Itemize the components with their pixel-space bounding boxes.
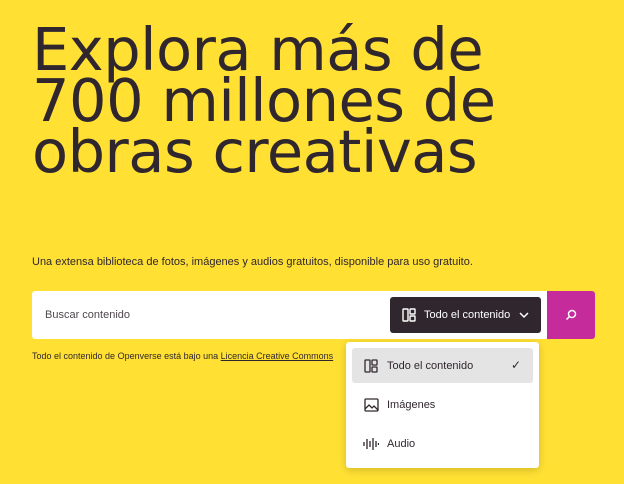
- image-icon: [363, 397, 379, 413]
- menu-item-label: Todo el contenido: [387, 359, 474, 372]
- search-button[interactable]: [547, 291, 595, 339]
- hero-heading: Explora más de 700 millones de obras cre…: [32, 20, 612, 186]
- search-icon: [565, 309, 577, 321]
- search-bar: Todo el contenido: [32, 291, 547, 339]
- menu-item-label: Imágenes: [387, 398, 436, 411]
- menu-item-audio[interactable]: Audio: [352, 426, 533, 461]
- license-text: Todo el contenido de Openverse está bajo…: [32, 351, 221, 361]
- content-type-label: Todo el contenido: [424, 309, 511, 321]
- search-input[interactable]: [32, 291, 382, 339]
- license-link[interactable]: Licencia Creative Commons: [221, 351, 334, 361]
- all-content-icon: [363, 358, 379, 374]
- all-content-icon: [402, 308, 416, 322]
- content-type-menu: Todo el contenido ✓ Imágenes Audio: [346, 342, 539, 468]
- menu-item-images[interactable]: Imágenes: [352, 387, 533, 422]
- audio-wave-icon: [363, 436, 379, 452]
- hero-line: obras creativas: [32, 117, 478, 186]
- license-notice: Todo el contenido de Openverse está bajo…: [32, 351, 333, 361]
- content-type-button[interactable]: Todo el contenido: [390, 297, 541, 333]
- chevron-down-icon: [518, 309, 530, 321]
- check-icon: ✓: [510, 358, 521, 372]
- menu-item-all-content[interactable]: Todo el contenido ✓: [352, 348, 533, 383]
- menu-item-label: Audio: [387, 437, 416, 450]
- hero-subtitle: Una extensa biblioteca de fotos, imágene…: [32, 256, 473, 268]
